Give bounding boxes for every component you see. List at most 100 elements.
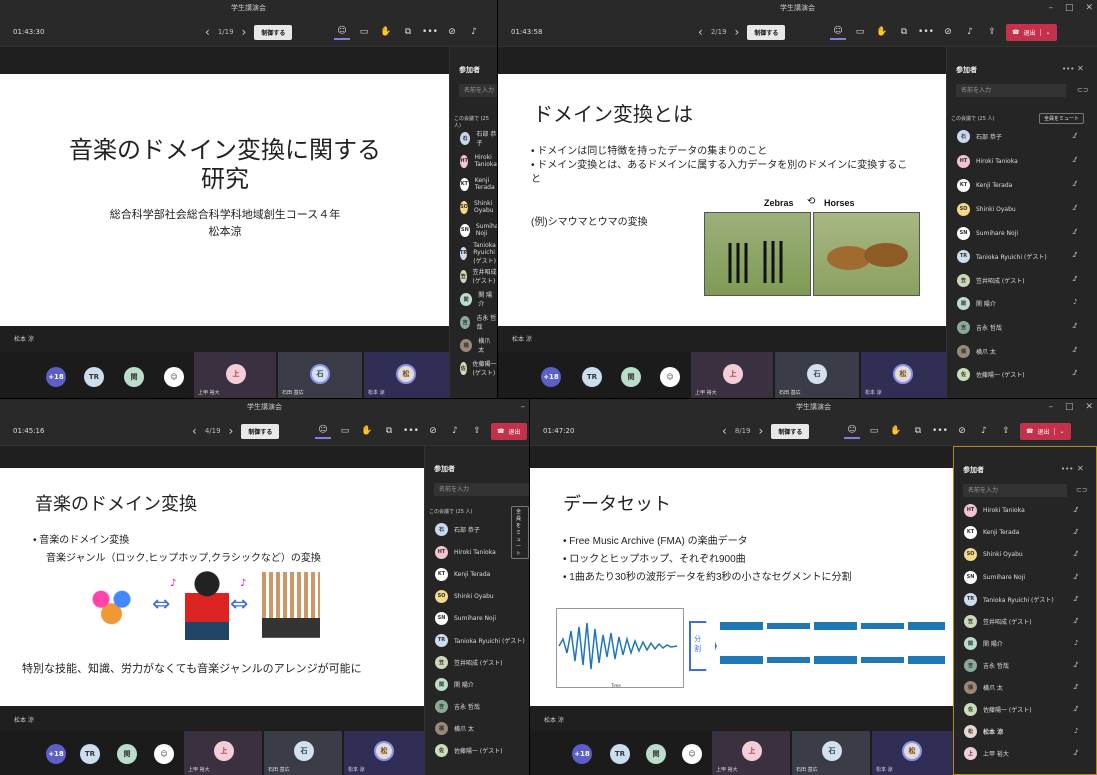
participants-icon[interactable]: ☺: [844, 423, 860, 439]
avatar[interactable]: ☺: [154, 744, 174, 764]
leave-button[interactable]: ☎ 退出: [491, 422, 527, 440]
participant-row[interactable]: HT Hiroki Tanioka: [435, 541, 496, 563]
video-tile[interactable]: 松 松本 涼: [344, 731, 424, 775]
participant-row[interactable]: 吉吉永 哲哉: [435, 695, 480, 717]
participant-row[interactable]: 笠笠井昭成 (ゲスト): [435, 651, 503, 673]
breakout-icon[interactable]: ⧉: [400, 24, 416, 40]
breakout-icon[interactable]: ⧉: [910, 423, 926, 439]
avatar[interactable]: TR: [80, 744, 100, 764]
more-icon[interactable]: •••: [422, 24, 438, 40]
chevron-down-icon[interactable]: ⌄: [1039, 28, 1051, 36]
avatar[interactable]: ☺: [682, 744, 702, 764]
more-participants-avatar[interactable]: +18: [46, 367, 66, 387]
video-tile[interactable]: 上 上甲 裕大: [184, 731, 262, 775]
camera-off-icon[interactable]: ⊘: [940, 24, 956, 40]
avatar[interactable]: TR: [610, 744, 630, 764]
prev-slide-icon[interactable]: ‹: [722, 424, 727, 438]
participant-row[interactable]: 関関 陽介: [964, 632, 1003, 654]
video-tile[interactable]: 石 石田 基広: [278, 352, 362, 398]
link-icon[interactable]: ⊂⊃: [1076, 486, 1088, 494]
participant-row[interactable]: 吉吉永 哲哉: [460, 311, 497, 333]
participant-row[interactable]: KT Kenji Terada: [435, 563, 490, 585]
participant-row[interactable]: 横横爪 太: [435, 717, 474, 739]
video-tile[interactable]: 上 上甲 裕大: [712, 731, 790, 775]
raise-hand-icon[interactable]: ✋: [359, 423, 375, 439]
chat-icon[interactable]: ▭: [866, 423, 882, 439]
participant-row[interactable]: 横横爪 太: [957, 340, 996, 362]
participants-icon[interactable]: ☺: [334, 24, 350, 40]
breakout-icon[interactable]: ⧉: [896, 24, 912, 40]
raise-hand-icon[interactable]: ✋: [378, 24, 394, 40]
mute-all-button[interactable]: 全員をミュート: [511, 506, 529, 559]
leave-button[interactable]: ☎ 退出 ⌄: [1020, 422, 1071, 440]
participant-row[interactable]: 横横爪 太: [460, 334, 497, 356]
share-icon[interactable]: ⇪: [469, 423, 485, 439]
participant-row[interactable]: 関関 陽介: [957, 292, 996, 314]
avatar[interactable]: 関: [646, 744, 666, 764]
camera-off-icon[interactable]: ⊘: [444, 24, 460, 40]
avatar[interactable]: TR: [84, 367, 104, 387]
minimize-icon[interactable]: –: [521, 399, 526, 416]
take-control-button[interactable]: 制御する: [771, 423, 810, 439]
link-icon[interactable]: ⊂⊃: [1077, 86, 1089, 94]
video-tile[interactable]: 松 松本 涼: [861, 352, 946, 398]
participant-row[interactable]: 石石部 恭子: [435, 518, 480, 540]
mic-off-icon[interactable]: ♪: [466, 24, 482, 40]
video-tile[interactable]: 松 松本 涼: [872, 731, 953, 775]
participant-row[interactable]: 石石部 恭子: [957, 125, 1002, 147]
participant-row[interactable]: 石石部 恭子: [460, 127, 497, 149]
close-icon[interactable]: ✕: [1085, 399, 1093, 416]
participant-row[interactable]: HT Hiroki Tanioka: [460, 150, 497, 172]
mute-all-button[interactable]: 全員をミュート: [1039, 113, 1085, 124]
next-slide-icon[interactable]: ›: [229, 424, 234, 438]
participant-row[interactable]: 吉吉永 哲哉: [964, 654, 1009, 676]
participant-row[interactable]: 佐佐藤陽一 (ゲスト): [435, 739, 503, 761]
minimize-icon[interactable]: –: [1048, 399, 1053, 416]
participant-search-input[interactable]: 名前を入力: [459, 84, 497, 97]
mic-off-icon[interactable]: ♪: [447, 423, 463, 439]
more-icon[interactable]: •••: [1062, 65, 1074, 73]
chat-icon[interactable]: ▭: [356, 24, 372, 40]
more-icon[interactable]: •••: [932, 423, 948, 439]
next-slide-icon[interactable]: ›: [759, 424, 764, 438]
participant-row[interactable]: 笠笠井昭成 (ゲスト): [964, 610, 1032, 632]
video-tile[interactable]: 松 松本 涼: [364, 352, 449, 398]
more-icon[interactable]: •••: [918, 24, 934, 40]
more-participants-avatar[interactable]: +18: [541, 367, 561, 387]
participant-row[interactable]: SO Shinki Oyabu: [460, 196, 497, 218]
close-icon[interactable]: ✕: [1085, 0, 1093, 17]
next-slide-icon[interactable]: ›: [242, 25, 247, 39]
video-tile[interactable]: 石 石田 基広: [792, 731, 870, 775]
camera-off-icon[interactable]: ⊘: [954, 423, 970, 439]
share-icon[interactable]: ⇪: [984, 24, 1000, 40]
take-control-button[interactable]: 制御する: [254, 24, 293, 40]
close-icon[interactable]: ✕: [1077, 64, 1084, 73]
participant-row[interactable]: SO Shinki Oyabu: [964, 543, 1023, 565]
participant-row[interactable]: TR Tanioka Ryuichi (ゲスト): [957, 245, 1047, 267]
participant-search-input[interactable]: 名前を入力: [956, 84, 1066, 97]
participant-row[interactable]: 横横爪 太: [964, 676, 1003, 698]
participant-row[interactable]: KT Kenji Terada: [957, 174, 1012, 196]
chat-icon[interactable]: ▭: [337, 423, 353, 439]
avatar[interactable]: ☺: [164, 367, 184, 387]
participant-row[interactable]: HT Hiroki Tanioka: [964, 499, 1025, 521]
participant-row[interactable]: TR Tanioka Ryuichi (ゲスト): [964, 588, 1054, 610]
participant-row[interactable]: SO Shinki Oyabu: [435, 585, 494, 607]
participant-row[interactable]: 松松本 涼: [964, 720, 1003, 742]
participant-search-input[interactable]: 名前を入力: [434, 483, 529, 496]
participant-row[interactable]: HT Hiroki Tanioka: [957, 150, 1018, 172]
participant-row[interactable]: 関関 陽介: [435, 673, 474, 695]
participant-row[interactable]: SO Shinki Oyabu: [957, 198, 1016, 220]
avatar[interactable]: TR: [582, 367, 602, 387]
participants-icon[interactable]: ☺: [830, 24, 846, 40]
participant-row[interactable]: KT Kenji Terada: [964, 521, 1019, 543]
next-slide-icon[interactable]: ›: [735, 25, 740, 39]
participant-row[interactable]: SN Sumihare Noji: [460, 219, 497, 241]
participant-search-input[interactable]: 名前を入力: [963, 484, 1067, 497]
video-tile[interactable]: 上 上甲 裕大: [194, 352, 276, 398]
video-tile[interactable]: 上 上甲 裕大: [691, 352, 773, 398]
participants-icon[interactable]: ☺: [315, 423, 331, 439]
more-participants-avatar[interactable]: +18: [46, 744, 66, 764]
mic-off-icon[interactable]: ♪: [962, 24, 978, 40]
participant-row[interactable]: 笠笠井昭成 (ゲスト): [460, 265, 497, 287]
